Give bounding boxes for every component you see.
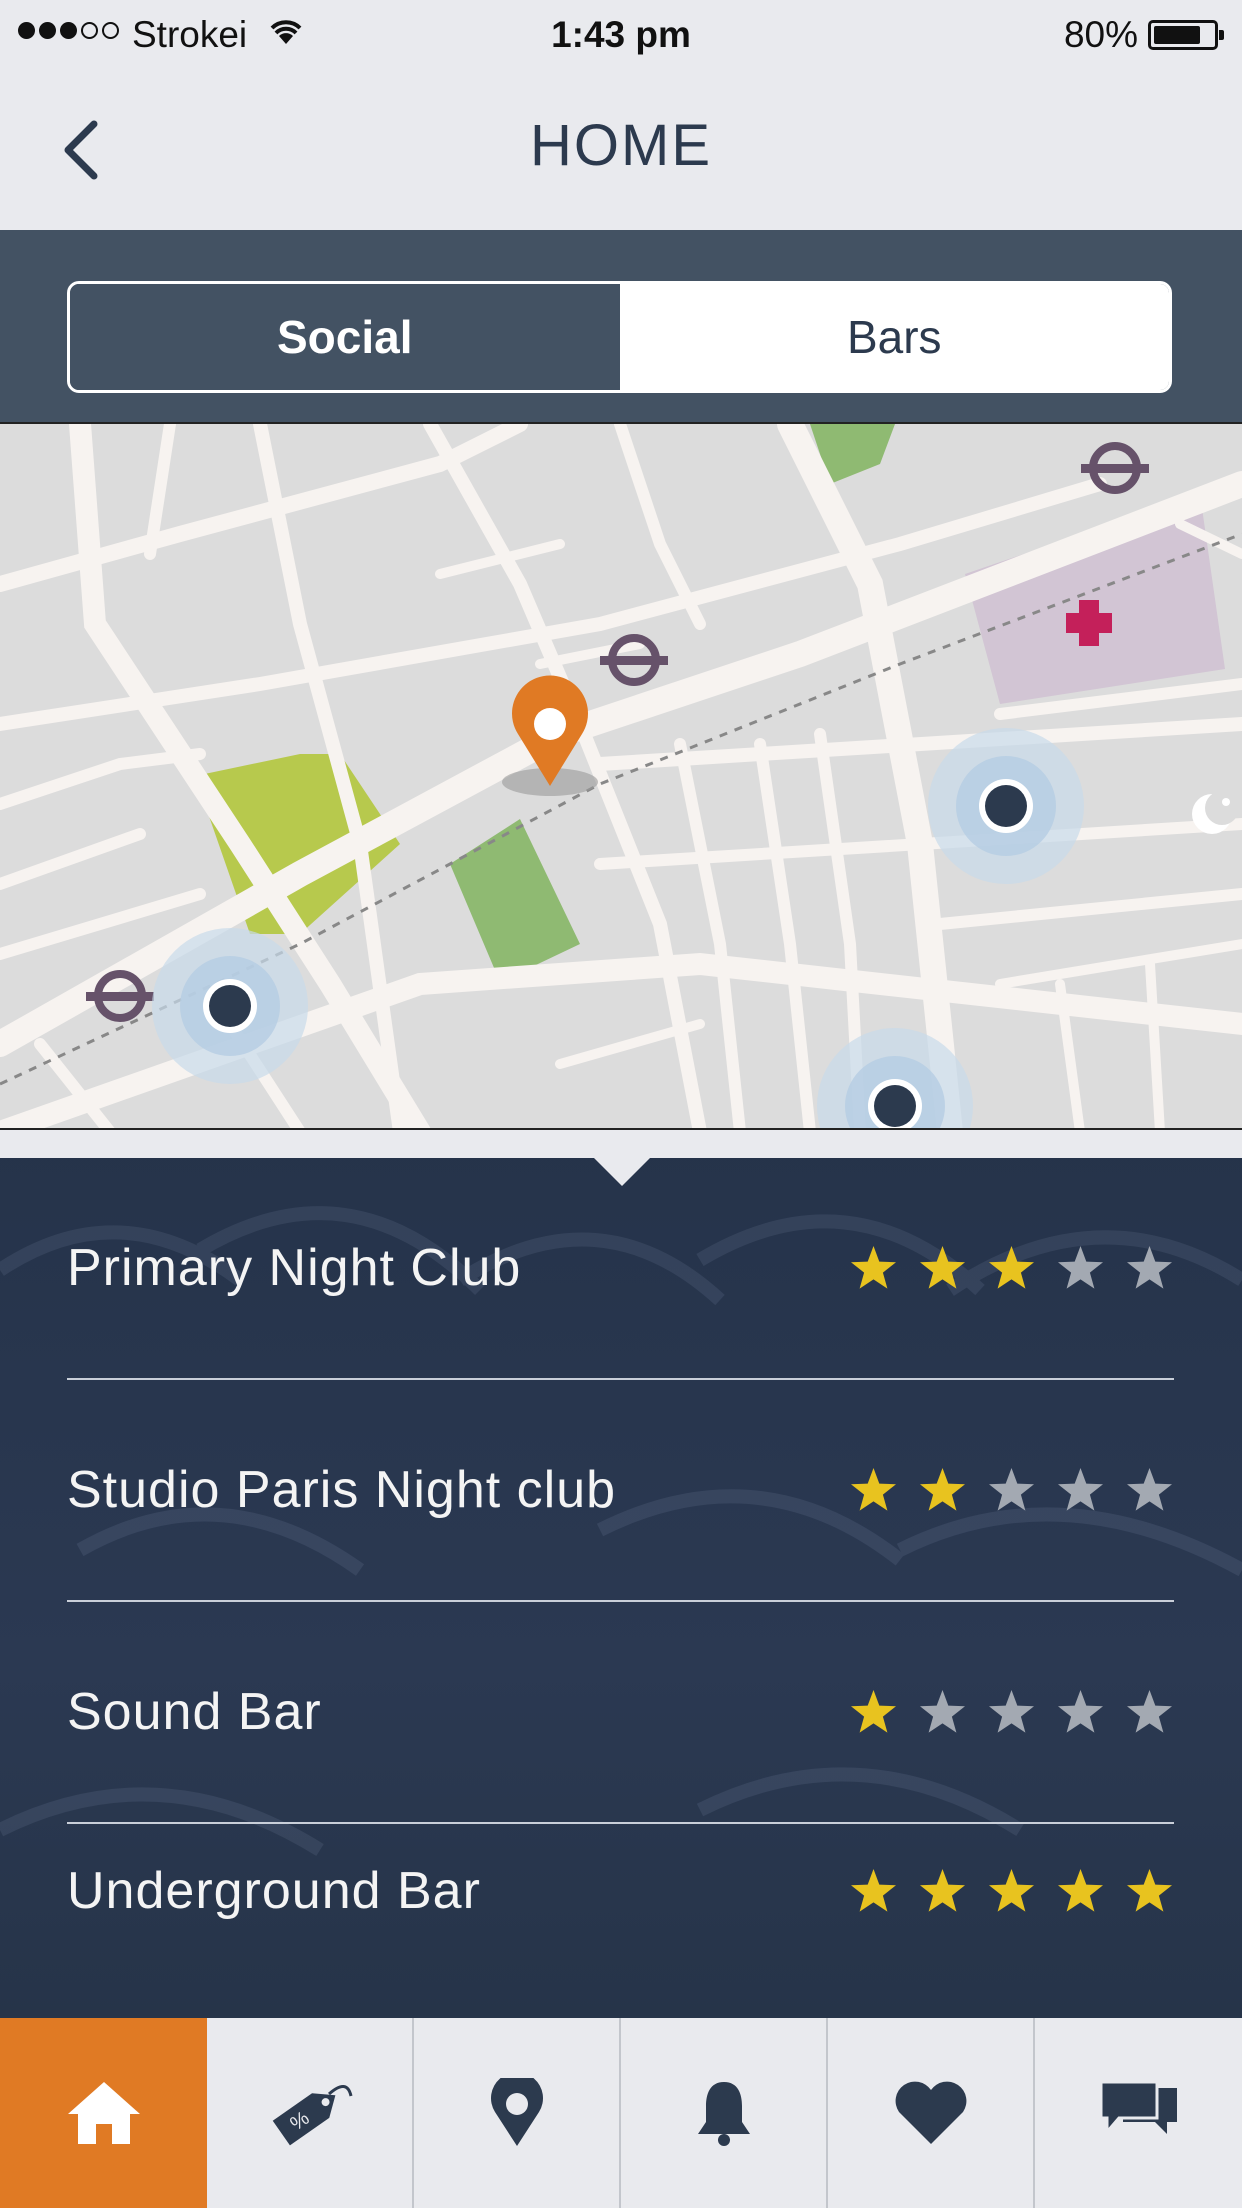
star-empty-icon (1127, 1468, 1172, 1511)
navigation-bar: HOME (0, 70, 1242, 230)
segment-bars[interactable]: Bars (619, 284, 1169, 390)
star-rating (849, 1466, 1174, 1514)
venue-name: Primary Night Club (67, 1239, 522, 1297)
location-icon (490, 2078, 543, 2146)
tab-messages[interactable] (1035, 2018, 1242, 2208)
star-filled-icon (851, 1468, 896, 1511)
chat-icon (1099, 2080, 1177, 2137)
map-marker-dot-icon[interactable] (152, 928, 308, 1084)
star-empty-icon (1058, 1246, 1103, 1289)
star-empty-icon (1058, 1468, 1103, 1511)
battery-percentage: 80% (1063, 14, 1138, 55)
segmented-control: Social Bars (67, 281, 1172, 393)
map-graphic (0, 424, 1242, 1128)
clock: 1:43 pm (551, 14, 691, 55)
list-top-divider (0, 1130, 1242, 1158)
star-filled-icon (920, 1869, 965, 1912)
star-filled-icon (851, 1246, 896, 1289)
home-icon (67, 2082, 140, 2144)
star-filled-icon (989, 1869, 1034, 1912)
status-bar: Strokei 1:43 pm 80% (0, 0, 1242, 70)
star-empty-icon (1127, 1246, 1172, 1289)
heart-icon (895, 2081, 966, 2144)
star-empty-icon (920, 1690, 965, 1733)
tab-favorites[interactable] (828, 2018, 1035, 2208)
tab-bar: % (0, 2018, 1242, 2208)
page-title: HOME (530, 113, 712, 178)
venue-name: Underground Bar (67, 1862, 481, 1920)
star-empty-icon (1058, 1690, 1103, 1733)
star-rating (849, 1688, 1174, 1736)
star-filled-icon (851, 1690, 896, 1733)
tab-offers[interactable]: % (207, 2018, 414, 2208)
star-empty-icon (1127, 1690, 1172, 1733)
venue-list: Primary Night Club Studio Paris Night cl… (0, 1130, 1242, 2018)
star-rating (849, 1867, 1174, 1915)
star-filled-icon (851, 1869, 896, 1912)
bell-icon (697, 2082, 750, 2146)
star-empty-icon (989, 1468, 1034, 1511)
list-item[interactable]: Studio Paris Night club (67, 1380, 1174, 1602)
list-item[interactable]: Primary Night Club (67, 1158, 1174, 1380)
star-rating (849, 1244, 1174, 1292)
star-filled-icon (920, 1246, 965, 1289)
tab-location[interactable] (414, 2018, 621, 2208)
venue-name: Studio Paris Night club (67, 1461, 617, 1519)
discount-tag-icon: % (272, 2085, 352, 2146)
star-filled-icon (1127, 1869, 1172, 1912)
tab-notifications[interactable] (621, 2018, 828, 2208)
venue-name: Sound Bar (67, 1683, 322, 1741)
segment-area: Social Bars (0, 230, 1242, 422)
star-filled-icon (920, 1468, 965, 1511)
tab-home[interactable] (0, 2018, 207, 2208)
segment-social[interactable]: Social (70, 284, 620, 390)
map-view[interactable] (0, 422, 1242, 1130)
star-filled-icon (1058, 1869, 1103, 1912)
map-marker-dot-icon[interactable] (928, 728, 1084, 884)
list-item[interactable]: Underground Bar (67, 1780, 1174, 2002)
star-filled-icon (989, 1246, 1034, 1289)
battery-icon (1148, 20, 1224, 50)
star-empty-icon (989, 1690, 1034, 1733)
